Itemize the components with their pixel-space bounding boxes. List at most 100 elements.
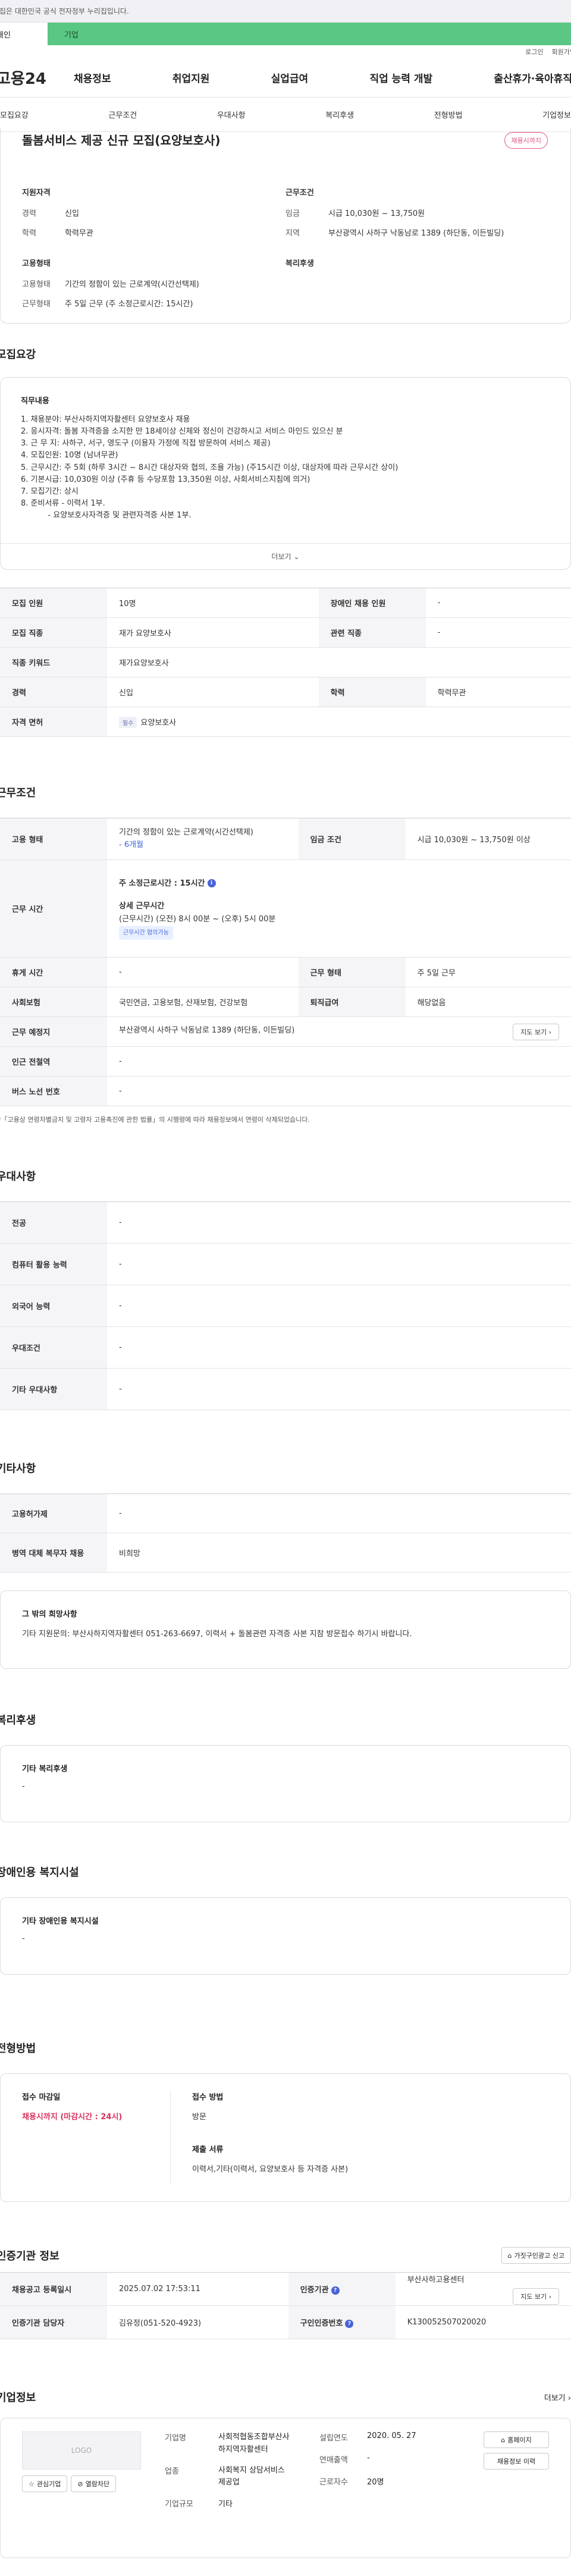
table-key: 사회보험 [0,987,107,1017]
anchor-recruit[interactable]: 모집요강 [0,109,29,120]
welfare-box-heading: 기타 복리후생 [22,1765,68,1774]
table-value: 비희망 [107,1533,571,1573]
gnb-item-unemployment-benefit[interactable]: 실업급여 [271,70,309,85]
info-icon[interactable]: ? [345,2319,354,2328]
disabled-facility-section: 장애인용 복지시설 기타 장애인용 복지시설 - [0,1864,571,1975]
table-row: 전공 - [0,1201,571,1244]
homepage-button[interactable]: ⌂ 홈페이지 [484,2431,549,2448]
detail-hours-heading: 상세 근무시간 [119,901,165,911]
company-key: 업종 [165,2467,179,2476]
member-type-tabs: 개인 기업 [0,23,571,45]
company-section: 기업정보 더보기 › LOGO ☆ 관심기업 ⊘ 열람차단 기업명 사회적협동조합부산… [0,2389,571,2558]
anchor-preferences[interactable]: 우대사항 [217,109,246,120]
work-section: 근무조건 고용 형태 기간의 정함이 있는 근로계약(시간선택제) - 6개월 임… [0,785,571,1124]
etc-section-title: 기타사항 [0,1463,36,1475]
process-section-title: 전형방법 [0,2042,36,2055]
table-row: 인근 전철역 - [0,1046,571,1077]
anchor-process[interactable]: 전형방법 [434,109,463,120]
tab-person[interactable]: 개인 [0,23,48,45]
cert-map-label: 지도 보기 [520,2293,547,2301]
table-value: - [107,1243,571,1285]
method-value: 방문 [192,2113,206,2122]
report-button[interactable]: ⌂ 가짓구인광고 신고 [501,2247,571,2264]
preference-section: 우대사항 전공 - 컴퓨터 활용 능력 - 외국어 능력 - 우대조건 - 기타 우대사… [0,1168,571,1410]
join-link[interactable]: 회원가입 [552,47,571,57]
company-value: 사회적협동조합부산사하지역자활센터 [218,2433,290,2454]
anchor-work-conditions[interactable]: 근무조건 [108,109,137,120]
anchor-company[interactable]: 기업정보 [542,109,571,120]
company-row: 설립연도 2020. 05. 27 [319,2431,438,2443]
summary-value: 부산광역시 사하구 낙동남로 1389 (하단동, 이든빌딩) [328,229,504,238]
recruit-table: 모집 인원 10명 장애인 채용 인원 - 모집 직종 재가 요양보호사 관련 직종 - 직… [0,588,571,737]
gnb-item-parental-leave[interactable]: 출산휴가·육아휴직 [494,70,571,85]
summary-row: 경력 신입 [22,207,286,218]
cert-map-button[interactable]: 지도 보기 › [513,2288,559,2305]
weekly-hours-text: 주 소정근로시간 : 15시간 [119,878,205,888]
welfare-heading: 복리후생 [286,259,314,268]
homepage-label: 홈페이지 [507,2436,532,2444]
table-value: 학력무관 [425,677,571,707]
summary-row: 고용형태 기간의 정함이 있는 근로계약(시간선택제) [22,278,286,289]
company-key: 근로자수 [319,2478,348,2487]
login-link[interactable]: 로그인 [525,47,543,57]
table-row: 고용 형태 기간의 정함이 있는 근로계약(시간선택제) - 6개월 임금 조건 … [0,818,571,860]
etc-table: 고용허가제 - 병역 대체 복무자 채용 비희망 [0,1493,571,1573]
block-label: 열람차단 [85,2480,110,2488]
company-row: 연매출액 - [319,2453,438,2465]
anchor-welfare[interactable]: 복리후생 [325,109,354,120]
work-place-cell: 부산광역시 사하구 낙동남로 1389 (하단동, 이든빌딩) 지도 보기 › [107,1016,571,1047]
age-note: *「고용상 연령차별금지 및 고령자 고용촉진에 관한 법률」의 시행령에 따라… [0,1116,310,1124]
summary-grid: 지원자격 경력 신입 학력 학력무관 고용형태 고용형태 기간의 정함이 있는 근로계… [22,186,549,317]
table-value: 재가요양보호사 [107,647,571,677]
table-key: 자격 면허 [0,707,107,737]
table-row: 외국어 능력 - [0,1285,571,1327]
favorite-company-button[interactable]: ☆ 관심기업 [22,2475,68,2492]
cert-section-title: 인증기관 정보 [0,2250,59,2263]
table-row: 사회보험 국민연금, 고용보험, 산재보험, 건강보험 퇴직급여 해당없음 [0,987,571,1017]
table-row: 기타 우대사항 - [0,1368,571,1410]
preference-section-title: 우대사항 [0,1171,36,1183]
gnb-item-employment-support[interactable]: 취업지원 [172,70,210,85]
favorite-label: 관심기업 [36,2480,61,2488]
summary-key: 고용형태 [22,280,51,289]
gnb-item-vocational-training[interactable]: 직업 능력 개발 [369,70,432,85]
table-value: - [107,1368,571,1410]
table-key: 전공 [0,1201,107,1244]
company-key: 기업명 [165,2434,186,2443]
summary-row: 임금 시급 10,030원 ~ 13,750원 [286,207,549,218]
table-key: 근무 시간 [0,859,107,958]
disabled-facility-text: - [22,1934,25,1943]
disabled-facility-heading: 기타 장애인용 복지시설 [22,1917,99,1926]
table-value: - [107,1076,571,1106]
tab-company[interactable]: 기업 [48,23,571,45]
site-logo[interactable]: 고용24 [0,67,68,89]
block-view-button[interactable]: ⊘ 열람차단 [71,2475,117,2492]
table-key: 장애인 채용 인원 [318,588,426,618]
detail-more-label: 더보기 [271,553,291,561]
welfare-box: 기타 복리후생 - [0,1745,571,1822]
negotiable-chip: 근무시간 협의가능 [119,926,173,940]
hiring-history-button[interactable]: 채용정보 이력 [484,2453,549,2470]
star-icon: ☆ [29,2480,34,2488]
summary-row: 근무형태 주 5일 근무 (주 소정근로시간: 15시간) [22,297,286,309]
cert-org-key: 인증기관? [288,2272,396,2306]
table-row: 휴게 시간 - 근무 형태 주 5일 근무 [0,957,571,987]
gnb-item-jobs[interactable]: 채용정보 [74,70,111,85]
work-section-title: 근무조건 [0,787,36,799]
company-more-link[interactable]: 더보기 › [544,2392,571,2403]
etc-wish-box: 그 밖의 희망사항 기타 지원문의: 부산사하지역자활센터 051-263-66… [0,1590,571,1669]
summary-key: 학력 [22,229,36,238]
home-icon: ⌂ [501,2436,506,2444]
bottom-spacer [0,2558,571,2576]
info-icon[interactable]: ? [331,2286,340,2295]
cert-num-key: 구인인증번호? [288,2305,396,2339]
docs-heading: 제출 서류 [192,2145,224,2154]
etc-wish-heading: 그 밖의 희망사항 [22,1610,77,1619]
block-icon: ⊘ [77,2480,83,2488]
weekly-hours: 주 소정근로시간 : 15시간 i [119,877,559,890]
info-icon[interactable]: i [207,879,216,888]
company-info-left: 기업명 사회적협동조합부산사하지역자활센터 업종 사회복지 상담서비스 제공업 기업… [165,2431,319,2544]
summary-key: 임금 [286,209,300,218]
detail-more-button[interactable]: 더보기 ⌄ [1,543,570,569]
map-button[interactable]: 지도 보기 › [513,1023,559,1040]
